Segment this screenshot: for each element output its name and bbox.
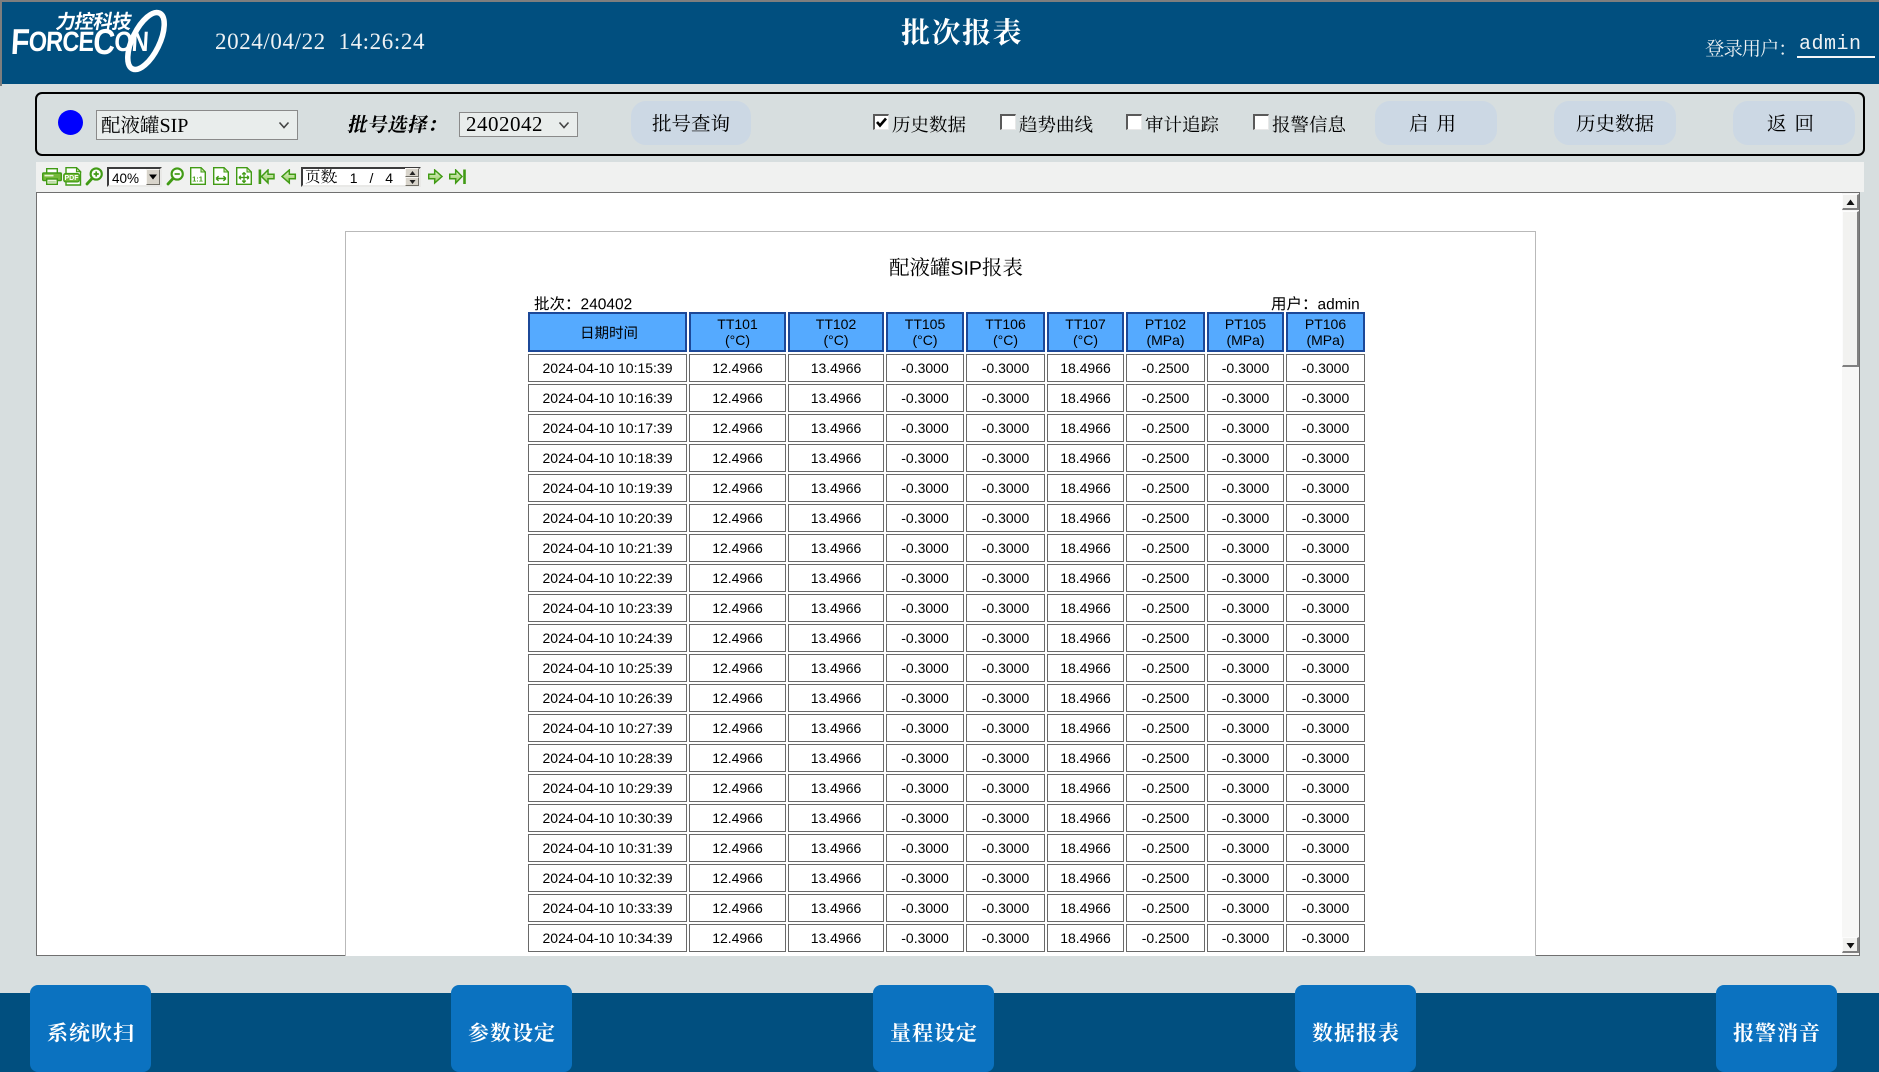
svg-text:1:1: 1:1 bbox=[192, 175, 203, 184]
svg-text:PDF: PDF bbox=[65, 175, 80, 182]
